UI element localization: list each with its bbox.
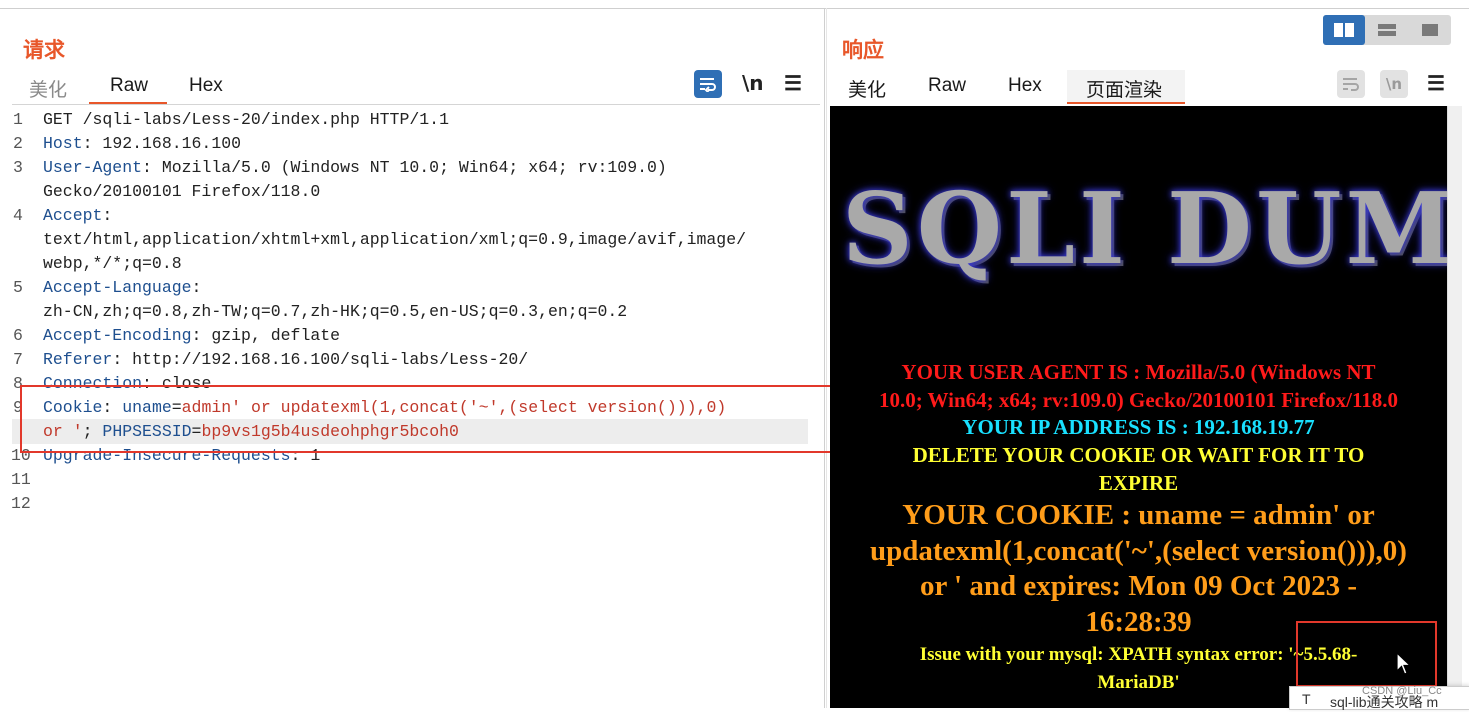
rendered-page: SQLI DUM YOUR USER AGENT IS : Mozilla/5.… [830, 106, 1447, 708]
header-value: : gzip, deflate [191, 326, 341, 345]
tab-hex[interactable]: Hex [1008, 75, 1042, 97]
tab-render[interactable]: 页面渲染 [1086, 75, 1162, 102]
wrap-lines-icon[interactable] [1337, 70, 1365, 98]
header-key: Referer [43, 350, 113, 369]
single-pane-glyph [1422, 24, 1438, 36]
tab-hex[interactable]: Hex [189, 75, 223, 97]
header-user-agent[interactable]: User-Agent: Mozilla/5.0 (Windows NT 10.0… [43, 156, 667, 180]
pane-splitter[interactable] [824, 8, 825, 708]
header-accept-encoding[interactable]: Accept-Encoding: gzip, deflate [43, 324, 340, 348]
tab-render-underline [1067, 102, 1185, 104]
pane-splitter-shadow [826, 8, 827, 708]
line-number: 12 [11, 494, 31, 513]
split-horizontal-icon[interactable] [1323, 15, 1365, 45]
header-continuation[interactable]: text/html,application/xhtml+xml,applicat… [43, 228, 746, 252]
line-number: 6 [13, 326, 23, 345]
header-accept[interactable]: Accept: [43, 204, 112, 228]
line-number: 5 [13, 278, 23, 297]
single-pane-icon[interactable] [1409, 15, 1451, 45]
mouse-cursor-icon [1396, 652, 1412, 675]
header-key: Accept [43, 206, 103, 225]
user-agent-line: 10.0; Win64; x64; rv:109.0) Gecko/201001… [878, 388, 1399, 412]
header-accept-language[interactable]: Accept-Language: [43, 276, 201, 300]
sqli-dumb-logo: SQLI DUM [842, 172, 1447, 287]
header-continuation[interactable]: webp,*/*;q=0.8 [43, 252, 182, 276]
response-title: 响应 [842, 39, 884, 62]
header-key: Accept-Encoding [43, 326, 192, 345]
header-key: User-Agent [43, 158, 143, 177]
line-number: 1 [13, 110, 23, 129]
tab-raw[interactable]: Raw [110, 75, 148, 97]
newline-toggle-icon[interactable]: \n [742, 71, 764, 95]
top-border [0, 8, 1469, 9]
header-continuation[interactable]: Gecko/20100101 Firefox/118.0 [43, 180, 320, 204]
header-value: : http://192.168.16.100/sqli-labs/Less-2… [112, 350, 529, 369]
request-title: 请求 [23, 39, 65, 62]
header-value: : [191, 278, 202, 297]
split-horizontal-glyph [1334, 23, 1354, 37]
header-key: Host [43, 134, 83, 153]
split-vertical-glyph [1378, 24, 1396, 36]
vertical-scrollbar[interactable] [1447, 106, 1462, 708]
ip-address-line: YOUR IP ADDRESS IS : 192.168.19.77 [962, 415, 1315, 439]
header-key: Accept-Language [43, 278, 192, 297]
cookie-line: YOUR COOKIE : uname = admin' or [902, 499, 1375, 531]
version-highlight-box [1296, 621, 1437, 687]
split-vertical-icon[interactable] [1366, 15, 1408, 45]
menu-icon[interactable]: ☰ [1427, 71, 1445, 96]
delete-cookie-line: EXPIRE [1098, 471, 1179, 495]
tab-pretty[interactable]: 美化 [848, 75, 886, 102]
header-value: : Mozilla/5.0 (Windows NT 10.0; Win64; x… [142, 158, 667, 177]
tab-raw[interactable]: Raw [928, 75, 966, 97]
delete-cookie-line: DELETE YOUR COOKIE OR WAIT FOR IT TO [912, 443, 1365, 467]
header-value: : 192.168.16.100 [82, 134, 242, 153]
csdn-watermark: CSDN @Liu_Cc [1362, 685, 1442, 697]
newline-toggle-icon[interactable]: \n [1380, 70, 1408, 98]
line-number: 7 [13, 350, 23, 369]
header-continuation[interactable]: zh-CN,zh;q=0.8,zh-TW;q=0.7,zh-HK;q=0.5,e… [43, 300, 627, 324]
toast-prefix: T [1302, 691, 1311, 707]
cookie-highlight-box [20, 385, 850, 453]
cookie-line: or ' and expires: Mon 09 Oct 2023 - [919, 570, 1358, 602]
line-number: 2 [13, 134, 23, 153]
wrap-lines-glyph [1343, 78, 1359, 91]
user-agent-line: YOUR USER AGENT IS : Mozilla/5.0 (Window… [901, 360, 1376, 384]
cookie-line: updatexml(1,concat('~',(select version()… [870, 535, 1407, 567]
layout-toggle [1323, 15, 1451, 45]
header-host[interactable]: Host: 192.168.16.100 [43, 132, 241, 156]
request-line[interactable]: GET /sqli-labs/Less-20/index.php HTTP/1.… [43, 108, 449, 132]
header-value: : [102, 206, 113, 225]
line-number: 4 [13, 206, 23, 225]
line-number: 11 [11, 470, 31, 489]
header-referer[interactable]: Referer: http://192.168.16.100/sqli-labs… [43, 348, 528, 372]
tab-pretty[interactable]: 美化 [29, 75, 67, 102]
editor-separator [12, 104, 820, 105]
wrap-lines-glyph [700, 78, 716, 92]
wrap-lines-icon[interactable] [694, 70, 722, 98]
line-number: 3 [13, 158, 23, 177]
menu-icon[interactable]: ☰ [784, 71, 802, 96]
